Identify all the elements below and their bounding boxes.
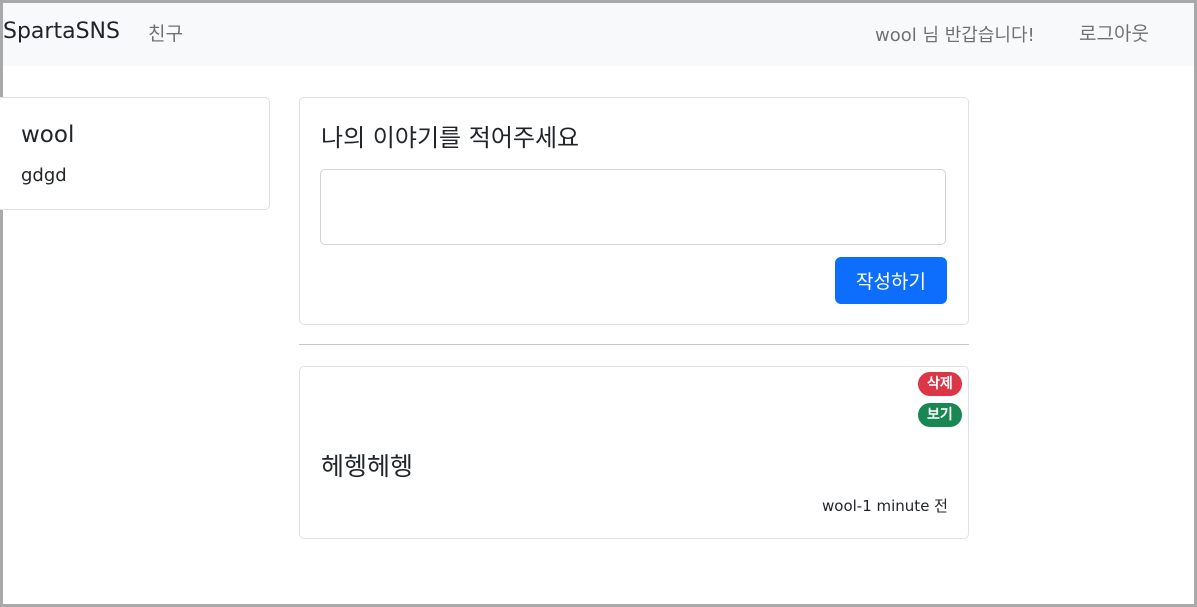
- profile-status: gdgd: [21, 165, 67, 186]
- view-post-button[interactable]: 보기: [918, 403, 962, 427]
- delete-post-button[interactable]: 삭제: [918, 372, 962, 396]
- greeting-text: wool 님 반갑습니다!: [875, 25, 1035, 46]
- compose-card: 나의 이야기를 적어주세요 작성하기: [299, 97, 969, 325]
- nav-link-friends[interactable]: 친구: [148, 19, 183, 46]
- post-meta: wool-1 minute 전: [822, 497, 948, 515]
- submit-post-button[interactable]: 작성하기: [835, 257, 947, 304]
- brand-logo[interactable]: SpartaSNS: [3, 19, 120, 44]
- top-navbar: SpartaSNS 친구 wool 님 반갑습니다! 로그아웃: [3, 3, 1194, 66]
- compose-title: 나의 이야기를 적어주세요: [321, 124, 580, 152]
- compose-input[interactable]: [320, 169, 946, 245]
- divider: [299, 344, 969, 345]
- logout-link[interactable]: 로그아웃: [1079, 19, 1149, 46]
- profile-name: wool: [21, 122, 75, 148]
- post-content: 헤헹헤헹: [321, 452, 414, 481]
- profile-card: wool gdgd: [0, 97, 270, 210]
- post-card: 삭제 보기 헤헹헤헹 wool-1 minute 전: [299, 366, 969, 539]
